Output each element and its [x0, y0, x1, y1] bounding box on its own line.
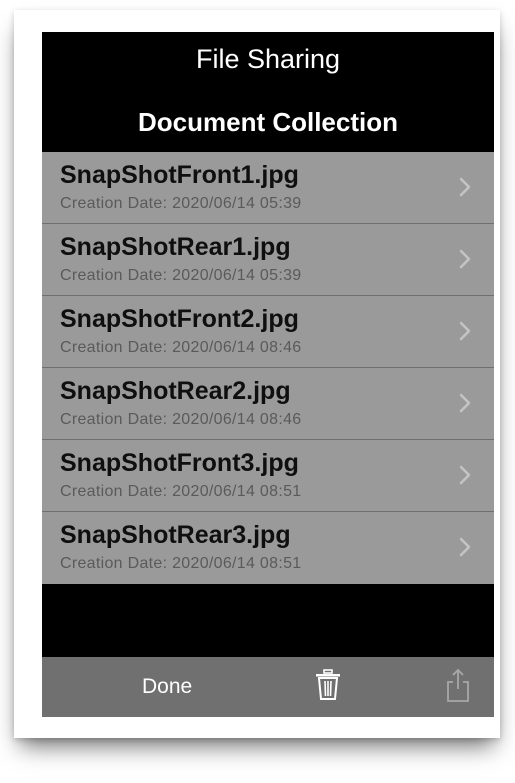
chevron-right-icon — [459, 177, 471, 197]
chevron-right-icon — [459, 321, 471, 341]
file-name: SnapShotRear1.jpg — [60, 233, 291, 261]
chevron-right-icon — [459, 465, 471, 485]
file-row[interactable]: SnapShotFront2.jpg Creation Date: 2020/0… — [42, 296, 494, 368]
bottom-toolbar: Done — [42, 657, 494, 717]
file-name: SnapShotFront3.jpg — [60, 449, 299, 477]
file-name: SnapShotRear3.jpg — [60, 521, 291, 549]
done-button[interactable]: Done — [142, 675, 192, 699]
file-creation-date: Creation Date: 2020/06/14 08:51 — [60, 555, 302, 572]
file-row[interactable]: SnapShotFront1.jpg Creation Date: 2020/0… — [42, 152, 494, 224]
file-row[interactable]: SnapShotFront3.jpg Creation Date: 2020/0… — [42, 440, 494, 512]
file-row[interactable]: SnapShotRear2.jpg Creation Date: 2020/06… — [42, 368, 494, 440]
nav-title: File Sharing — [195, 44, 341, 74]
device-frame: File Sharing Document Collection SnapSho… — [14, 10, 500, 738]
file-creation-date: Creation Date: 2020/06/14 08:51 — [60, 483, 302, 500]
share-icon[interactable] — [445, 667, 471, 703]
file-row[interactable]: SnapShotRear1.jpg Creation Date: 2020/06… — [42, 224, 494, 296]
chevron-right-icon — [459, 537, 471, 557]
file-creation-date: Creation Date: 2020/06/14 08:46 — [60, 411, 302, 428]
file-creation-date: Creation Date: 2020/06/14 05:39 — [60, 195, 302, 212]
file-creation-date: Creation Date: 2020/06/14 08:46 — [60, 339, 302, 356]
chevron-right-icon — [459, 249, 471, 269]
app-screen: File Sharing Document Collection SnapSho… — [42, 32, 494, 717]
file-list: SnapShotFront1.jpg Creation Date: 2020/0… — [42, 152, 494, 584]
section-title: Document Collection — [137, 107, 398, 137]
trash-icon[interactable] — [314, 669, 342, 701]
file-name: SnapShotFront2.jpg — [60, 305, 299, 333]
file-row[interactable]: SnapShotRear3.jpg Creation Date: 2020/06… — [42, 512, 494, 584]
file-name: SnapShotRear2.jpg — [60, 377, 291, 405]
file-creation-date: Creation Date: 2020/06/14 05:39 — [60, 267, 302, 284]
file-name: SnapShotFront1.jpg — [60, 161, 299, 189]
chevron-right-icon — [459, 393, 471, 413]
